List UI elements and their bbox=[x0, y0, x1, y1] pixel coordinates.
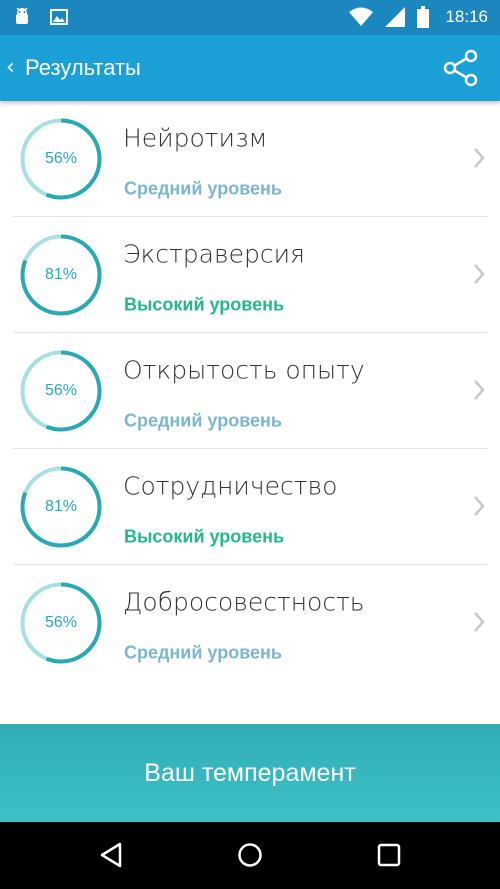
result-title: Экстраверсия bbox=[123, 239, 305, 269]
battery-icon bbox=[417, 6, 430, 28]
progress-percent: 56% bbox=[44, 382, 78, 399]
result-row-openness[interactable]: 56% Открытость опыту Средний уровень bbox=[0, 333, 500, 449]
share-icon[interactable] bbox=[442, 49, 480, 87]
result-row-conscientiousness[interactable]: 56% Добросовестность Средний уровень bbox=[0, 565, 500, 681]
app-bar: ‹ Результаты bbox=[0, 35, 500, 101]
signal-icon bbox=[385, 7, 406, 27]
result-level: Средний уровень bbox=[124, 642, 282, 663]
result-title: Открытость опыту bbox=[123, 355, 365, 385]
chevron-right-icon bbox=[474, 264, 485, 284]
navigation-bar bbox=[0, 822, 500, 889]
wifi-icon bbox=[349, 7, 374, 26]
chevron-right-icon bbox=[474, 612, 485, 632]
result-level: Высокий уровень bbox=[124, 526, 285, 547]
chevron-right-icon bbox=[474, 496, 485, 516]
back-triangle-icon[interactable] bbox=[98, 842, 124, 868]
recents-square-icon[interactable] bbox=[376, 842, 402, 868]
android-icon bbox=[16, 7, 28, 24]
results-list: 56% Нейротизм Средний уровень 81% Экстра… bbox=[0, 101, 500, 681]
status-time: 18:16 bbox=[445, 7, 488, 26]
progress-percent: 81% bbox=[44, 498, 78, 515]
image-icon bbox=[50, 9, 68, 25]
result-row-neuroticism[interactable]: 56% Нейротизм Средний уровень bbox=[0, 101, 500, 217]
result-title: Добросовестность bbox=[123, 587, 365, 617]
progress-percent: 56% bbox=[44, 150, 78, 167]
result-level: Средний уровень bbox=[124, 410, 282, 431]
result-title: Нейротизм bbox=[123, 123, 268, 153]
result-row-extraversion[interactable]: 81% Экстраверсия Высокий уровень bbox=[0, 217, 500, 333]
result-row-agreeableness[interactable]: 81% Сотрудничество Высокий уровень bbox=[0, 449, 500, 565]
chevron-right-icon bbox=[474, 380, 485, 400]
home-circle-icon[interactable] bbox=[237, 842, 263, 868]
temperament-button[interactable]: Ваш темперамент bbox=[0, 724, 500, 822]
result-title: Сотрудничество bbox=[123, 471, 338, 501]
progress-percent: 56% bbox=[44, 614, 78, 631]
progress-percent: 81% bbox=[44, 266, 78, 283]
back-chevron-icon[interactable]: ‹ bbox=[6, 55, 15, 80]
chevron-right-icon bbox=[474, 148, 485, 168]
page-title[interactable]: Результаты bbox=[25, 55, 141, 81]
status-bar: 18:16 bbox=[0, 0, 500, 35]
result-level: Высокий уровень bbox=[124, 294, 285, 315]
result-level: Средний уровень bbox=[124, 178, 282, 199]
